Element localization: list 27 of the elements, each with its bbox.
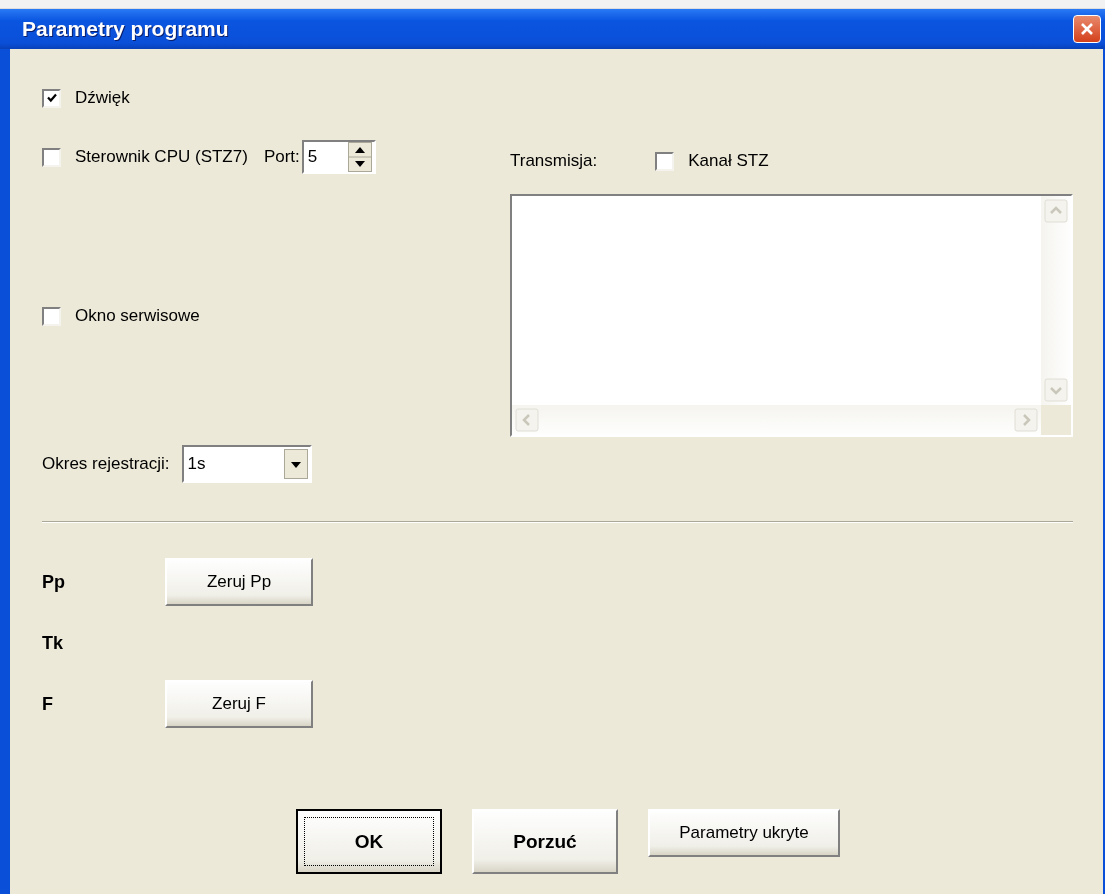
checkbox[interactable] bbox=[42, 88, 61, 108]
close-icon bbox=[1080, 22, 1094, 36]
period-label: Okres rejestracji: bbox=[42, 454, 170, 474]
window-title: Parametry programu bbox=[22, 17, 229, 41]
counter-label: Tk bbox=[42, 632, 64, 654]
checkbox[interactable] bbox=[655, 151, 675, 171]
port-label: Port: bbox=[263, 147, 300, 167]
dialog-button[interactable]: Parametry ukryte bbox=[648, 809, 840, 857]
checkbox[interactable] bbox=[42, 306, 61, 326]
period-dropdown[interactable]: 1s bbox=[181, 445, 312, 483]
counter-label: Pp bbox=[42, 571, 66, 593]
checkbox-label: Okno serwisowe bbox=[75, 306, 200, 326]
reset-button[interactable]: Zeruj Pp bbox=[165, 558, 313, 606]
transmission-label: Transmisja: bbox=[510, 151, 598, 171]
checkbox-label: Kanał STZ bbox=[688, 151, 769, 171]
reset-button[interactable]: Zeruj F bbox=[165, 680, 313, 728]
dialog-button[interactable]: Porzuć bbox=[472, 809, 618, 874]
port-spin-field[interactable]: 5 bbox=[301, 140, 376, 174]
close-button[interactable] bbox=[1073, 15, 1101, 43]
check-icon bbox=[45, 92, 58, 104]
dialog-button[interactable]: OK bbox=[296, 809, 442, 874]
scrollbar-corner bbox=[1041, 405, 1071, 435]
checkbox[interactable] bbox=[42, 147, 61, 167]
checkbox-label: Sterownik CPU (STZ7) bbox=[75, 147, 248, 167]
spin-arrows-icon[interactable] bbox=[347, 142, 372, 172]
checkbox-label: Dźwięk bbox=[75, 88, 130, 108]
counter-label: F bbox=[42, 693, 54, 715]
